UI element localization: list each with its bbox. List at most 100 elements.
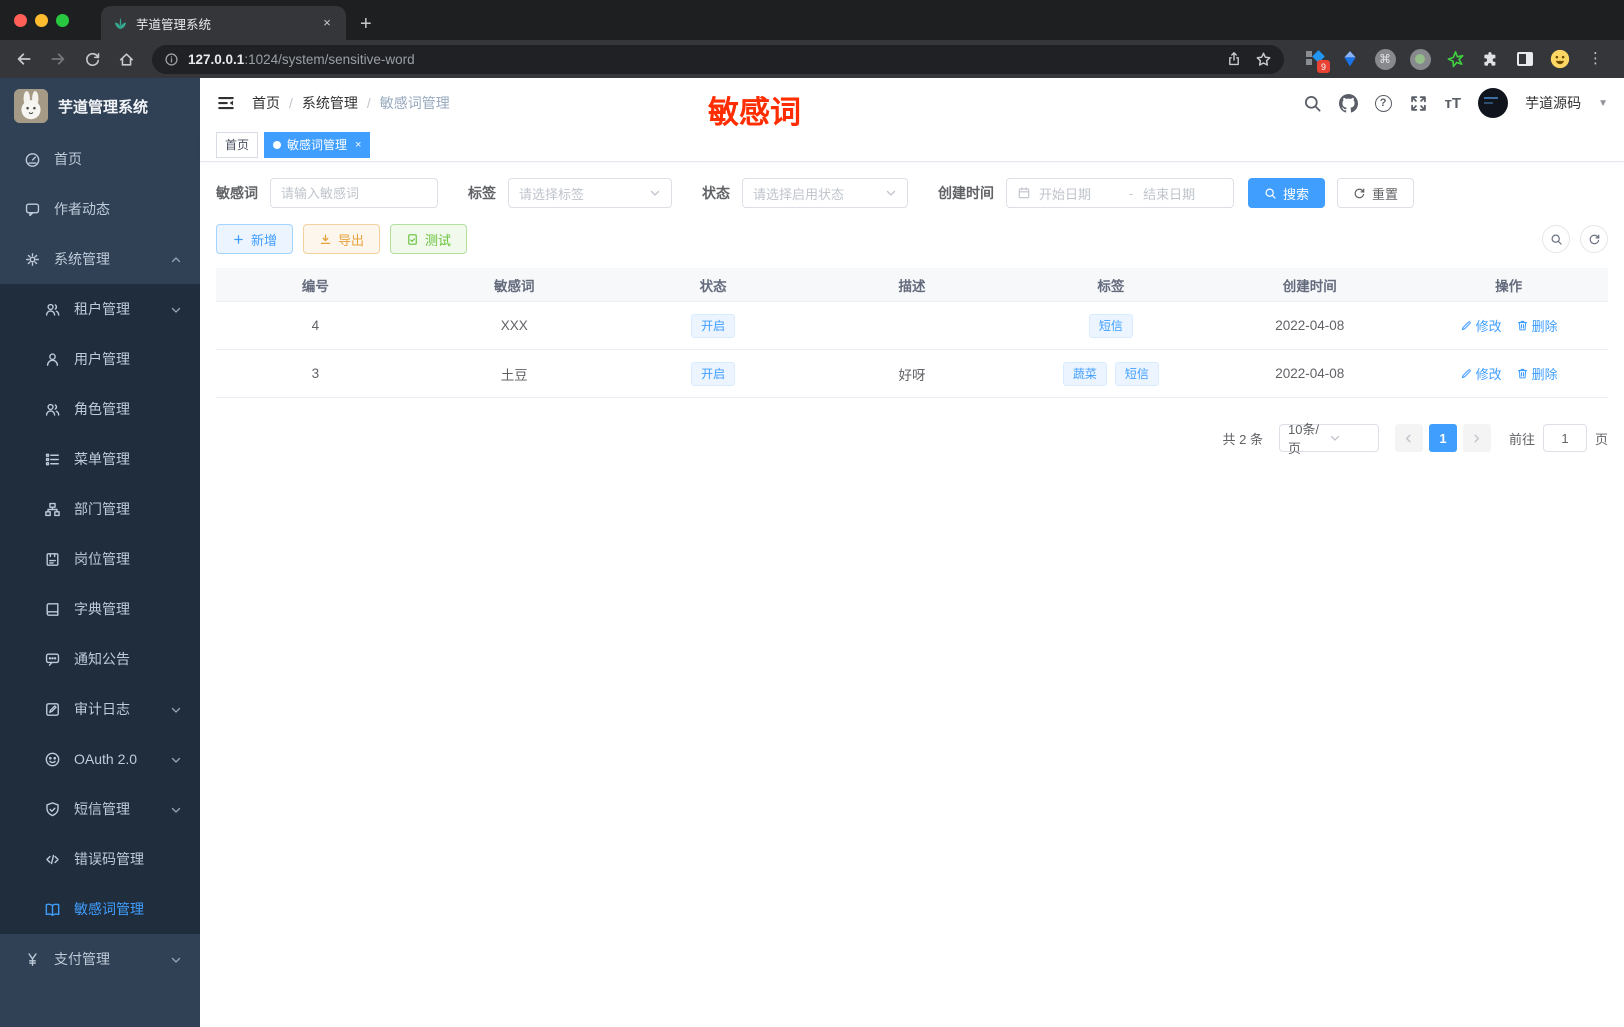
search-button[interactable]: 搜索: [1248, 178, 1326, 208]
share-icon[interactable]: [1226, 51, 1242, 67]
next-page-button[interactable]: [1462, 424, 1491, 452]
breadcrumb-item[interactable]: 系统管理: [302, 93, 358, 113]
table-search-icon[interactable]: [1542, 225, 1570, 253]
url-bar[interactable]: 127.0.0.1:1024/system/sensitive-word: [152, 44, 1284, 74]
help-icon[interactable]: ?: [1374, 94, 1392, 112]
prev-page-button[interactable]: [1394, 424, 1423, 452]
edit-link[interactable]: 修改: [1460, 316, 1502, 335]
table-refresh-icon[interactable]: [1580, 225, 1608, 253]
search-icon[interactable]: [1303, 94, 1322, 113]
page-size-select[interactable]: 10条/页: [1278, 422, 1379, 456]
browser-tab[interactable]: 芋道管理系统 ×: [101, 6, 346, 40]
calendar-icon: [1017, 186, 1031, 200]
sidebar-item-sensitive-word[interactable]: 敏感词管理: [0, 884, 200, 934]
edit-icon: [1460, 319, 1473, 332]
date-range-picker[interactable]: 开始日期 - 结束日期: [1006, 178, 1234, 208]
chevron-down-icon[interactable]: ▼: [1598, 98, 1608, 109]
delete-link[interactable]: 删除: [1516, 316, 1558, 335]
export-button[interactable]: 导出: [303, 224, 381, 254]
browser-menu-icon[interactable]: ⋮: [1584, 48, 1606, 70]
extension-command-icon[interactable]: ⌘: [1374, 48, 1396, 70]
trash-icon: [1516, 319, 1529, 332]
forward-icon[interactable]: [44, 45, 72, 73]
breadcrumb-item[interactable]: 首页: [252, 93, 280, 113]
sidebar-item-menu[interactable]: 菜单管理: [0, 434, 200, 484]
column-header: 状态: [699, 278, 727, 294]
word-filter-input[interactable]: [281, 185, 427, 201]
cell-description: 好呀: [898, 367, 926, 383]
extension-grid-icon[interactable]: 9: [1304, 48, 1330, 73]
trash-icon: [1516, 367, 1529, 380]
extension-star-icon[interactable]: [1444, 48, 1466, 70]
tag-敏感词管理[interactable]: 敏感词管理 ×: [264, 131, 371, 158]
user-avatar[interactable]: [1478, 88, 1509, 118]
sidebar-item-notice[interactable]: 通知公告: [0, 634, 200, 684]
goto-label: 前往: [1508, 431, 1535, 447]
test-button[interactable]: 测试: [390, 224, 468, 254]
sidebar-item-sms[interactable]: 短信管理: [0, 784, 200, 834]
fullscreen-icon[interactable]: [1409, 94, 1428, 113]
status-filter-select[interactable]: 请选择启用状态: [742, 178, 908, 208]
sidebar-item-label: 租户管理: [74, 301, 130, 317]
sidebar-item-oauth[interactable]: OAuth 2.0: [0, 734, 200, 784]
chevron-down-icon: [170, 303, 182, 315]
sidebar-item-system[interactable]: 系统管理: [0, 234, 200, 284]
menu-fold-icon[interactable]: [216, 93, 236, 113]
profile-avatar-icon[interactable]: [1549, 48, 1571, 70]
goto-page-input[interactable]: [1542, 424, 1587, 452]
page-number-button[interactable]: 1: [1428, 424, 1457, 452]
chevron-down-icon: [649, 187, 661, 199]
reset-button[interactable]: 重置: [1337, 178, 1415, 208]
sidebar-menu: 首页 作者动态 系统管理租户管理用户管理 角色管理 菜单管理 部门管理岗位管理字典管理 通知…: [0, 134, 200, 984]
sidebar-item-author-feed[interactable]: 作者动态: [0, 184, 200, 234]
extensions-area: 9 ⌘ ⋮: [1296, 48, 1614, 73]
gauge-icon: [24, 151, 41, 168]
extensions-puzzle-icon[interactable]: [1479, 48, 1501, 70]
extension-recorder-icon[interactable]: [1409, 48, 1431, 70]
extension-kite-icon[interactable]: [1339, 48, 1361, 70]
gear-icon: [24, 251, 41, 268]
minimize-window-button[interactable]: [35, 13, 48, 27]
bookmark-star-icon[interactable]: [1255, 51, 1272, 68]
action-toolbar: 新增 导出 测试: [216, 224, 1608, 254]
sidebar-item-post[interactable]: 岗位管理: [0, 534, 200, 584]
chevron-down-icon: [170, 703, 182, 715]
edit-link[interactable]: 修改: [1460, 364, 1502, 383]
tag-首页[interactable]: 首页: [216, 131, 259, 158]
site-info-icon[interactable]: [164, 52, 179, 67]
sidebar-item-audit-log[interactable]: 审计日志: [0, 684, 200, 734]
font-size-icon[interactable]: тT: [1445, 95, 1462, 112]
sidebar-item-tenant[interactable]: 租户管理: [0, 284, 200, 334]
column-header: 编号: [301, 278, 329, 294]
cell-tags: 蔬菜 短信: [1011, 361, 1210, 386]
github-icon[interactable]: [1338, 93, 1358, 113]
sidebar-item-label: 岗位管理: [74, 551, 130, 567]
sidebar-item-role[interactable]: 角色管理: [0, 384, 200, 434]
reload-icon[interactable]: [78, 45, 106, 73]
new-tab-button[interactable]: +: [360, 14, 372, 34]
close-icon[interactable]: ×: [355, 139, 361, 151]
sidebar-item-error-code[interactable]: 错误码管理: [0, 834, 200, 884]
tag-filter-select[interactable]: 请选择标签: [508, 178, 672, 208]
sidebar-item-pay[interactable]: 支付管理: [0, 934, 200, 984]
breadcrumb-item[interactable]: 敏感词管理: [380, 93, 450, 113]
username[interactable]: 芋道源码: [1525, 93, 1581, 113]
add-button[interactable]: 新增: [216, 224, 294, 254]
tab-close-icon[interactable]: ×: [318, 14, 336, 32]
app-logo[interactable]: 芋道管理系统: [0, 78, 200, 134]
browser-tabstrip: 芋道管理系统 × +: [0, 0, 1624, 40]
back-icon[interactable]: [10, 45, 38, 73]
close-window-button[interactable]: [14, 13, 27, 27]
maximize-window-button[interactable]: [56, 13, 69, 27]
cell-status: 开启: [614, 313, 813, 338]
sidebar-item-user[interactable]: 用户管理: [0, 334, 200, 384]
red-annotation-text: 敏感词: [708, 95, 801, 130]
home-icon[interactable]: [112, 45, 140, 73]
side-panel-icon[interactable]: [1514, 48, 1536, 70]
column-header: 操作: [1495, 278, 1523, 294]
sidebar-item-home[interactable]: 首页: [0, 134, 200, 184]
sidebar-item-dept[interactable]: 部门管理: [0, 484, 200, 534]
active-dot-icon: [273, 140, 282, 149]
sidebar-item-dict[interactable]: 字典管理: [0, 584, 200, 634]
delete-link[interactable]: 删除: [1516, 364, 1558, 383]
